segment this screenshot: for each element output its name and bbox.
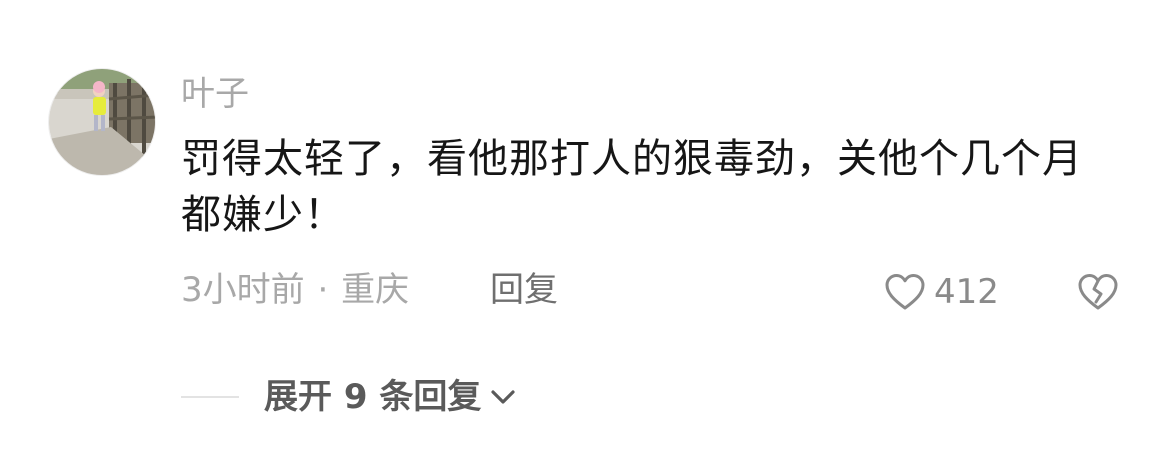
comment-meta: 3小时前 · 重庆 <box>181 268 409 312</box>
expand-replies-button[interactable]: 展开 9 条回复 <box>264 375 517 419</box>
like-count: 412 <box>934 272 999 312</box>
chevron-down-icon <box>491 390 515 404</box>
avatar-image <box>49 69 155 175</box>
separator-dot: · <box>317 270 329 310</box>
location: 重庆 <box>341 270 410 310</box>
expand-divider <box>181 396 239 398</box>
comment-item: 叶子 罚得太轻了，看他那打人的狠毒劲，关他个几个月都嫌少！ 3小时前 · 重庆 … <box>0 0 1170 460</box>
expand-replies-label: 展开 9 条回复 <box>264 377 482 417</box>
heart-outline-icon <box>885 274 925 310</box>
dislike-button[interactable] <box>1077 272 1119 312</box>
avatar[interactable] <box>48 68 156 176</box>
username[interactable]: 叶子 <box>181 74 249 114</box>
timestamp: 3小时前 <box>181 270 305 310</box>
reply-button[interactable]: 回复 <box>490 268 558 312</box>
broken-heart-outline-icon <box>1078 274 1118 310</box>
like-button[interactable]: 412 <box>884 270 999 314</box>
comment-text: 罚得太轻了，看他那打人的狠毒劲，关他个几个月都嫌少！ <box>181 136 1083 238</box>
